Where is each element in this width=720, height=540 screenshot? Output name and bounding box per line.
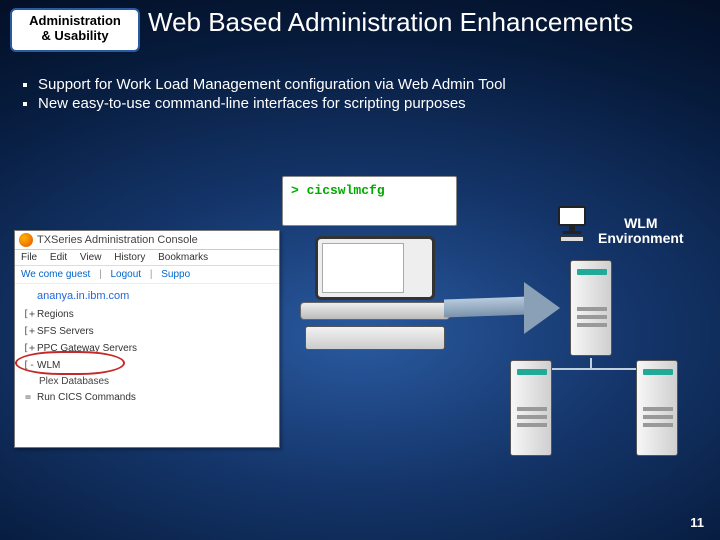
wlm-label-line2: Environment (598, 231, 684, 246)
bullet-list: Support for Work Load Management configu… (38, 76, 720, 112)
mini-pc-icon (558, 206, 586, 242)
keyboard-icon (305, 326, 445, 350)
tree-toggle-icon[interactable]: [+ (23, 309, 33, 320)
tree-label: SFS Servers (37, 326, 94, 337)
tree-host[interactable]: ananya.in.ibm.com (21, 288, 273, 306)
badge-line1: Administration (20, 14, 130, 29)
console-window-title: TXSeries Administration Console (37, 234, 198, 246)
server-icon (510, 360, 552, 456)
tree-label: Run CICS Commands (37, 392, 136, 403)
menu-file[interactable]: File (21, 252, 37, 263)
tree-label: Plex Databases (39, 376, 109, 387)
admin-console-window: TXSeries Administration Console File Edi… (14, 230, 280, 448)
tree-item-run-cmds[interactable]: = Run CICS Commands (21, 389, 273, 406)
tree-item-wlm[interactable]: [- WLM (21, 357, 273, 374)
desktop-base-icon (300, 302, 450, 320)
subbar-logout[interactable]: Logout (110, 269, 141, 280)
tree-toggle-icon[interactable]: [+ (23, 326, 33, 337)
monitor-icon (315, 236, 435, 300)
tree-toggle-icon[interactable]: [- (23, 360, 33, 371)
console-menubar: File Edit View History Bookmarks (15, 250, 279, 266)
tree-item-sfs[interactable]: [+ SFS Servers (21, 323, 273, 340)
tree-item-ppc[interactable]: [+ PPC Gateway Servers (21, 340, 273, 357)
workstation-icon (300, 236, 450, 350)
browser-logo-icon (19, 233, 33, 247)
subbar-welcome: We come guest (21, 269, 90, 280)
tree-subitem-plex[interactable]: Plex Databases (35, 374, 273, 389)
console-subbar: We come guest | Logout | Suppo (15, 266, 279, 284)
wlm-label-line1: WLM (598, 216, 684, 231)
terminal-window: > cicswlmcfg (282, 176, 457, 226)
tree-toggle-icon[interactable]: [+ (23, 343, 33, 354)
terminal-command: > cicswlmcfg (283, 177, 456, 204)
menu-bookmarks[interactable]: Bookmarks (158, 252, 208, 263)
menu-edit[interactable]: Edit (50, 252, 67, 263)
bullet-item: New easy-to-use command-line interfaces … (38, 95, 720, 112)
menu-history[interactable]: History (114, 252, 145, 263)
tree-label: Regions (37, 309, 74, 320)
console-titlebar: TXSeries Administration Console (15, 231, 279, 250)
arrow-icon (444, 270, 564, 340)
bullet-item: Support for Work Load Management configu… (38, 76, 720, 93)
tree-label: PPC Gateway Servers (37, 343, 137, 354)
console-tree: ananya.in.ibm.com [+ Regions [+ SFS Serv… (15, 284, 279, 412)
tree-item-regions[interactable]: [+ Regions (21, 306, 273, 323)
slide-title: Web Based Administration Enhancements (148, 8, 633, 38)
badge-line2: & Usability (20, 29, 130, 44)
tree-label: WLM (37, 360, 60, 371)
wlm-environment-label: WLM Environment (598, 216, 684, 247)
tree-bullet-icon: = (23, 392, 33, 403)
server-icon (636, 360, 678, 456)
category-badge: Administration & Usability (10, 8, 140, 52)
subbar-support[interactable]: Suppo (161, 269, 190, 280)
page-number: 11 (690, 515, 704, 530)
server-icon (570, 260, 612, 356)
menu-view[interactable]: View (80, 252, 102, 263)
